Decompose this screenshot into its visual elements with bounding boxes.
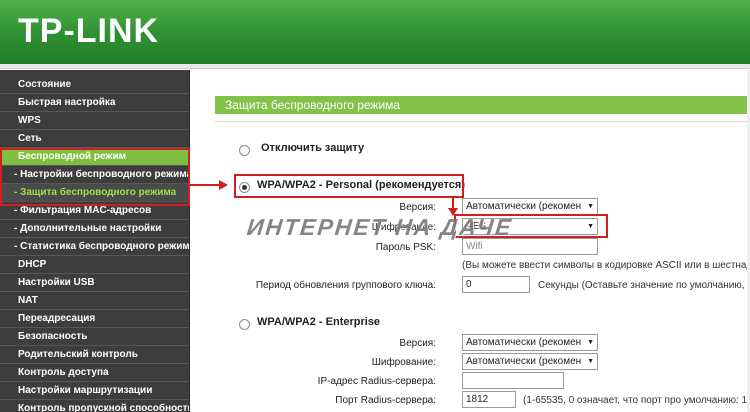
sidebar-item-wps[interactable]: WPS <box>0 112 189 130</box>
header-strip <box>0 64 750 69</box>
highlight-connector-line <box>190 184 220 186</box>
sidebar-item-routing[interactable]: Настройки маршрутизации <box>0 382 189 400</box>
main-content: Защита беспроводного режима Отключить за… <box>191 70 750 412</box>
personal-version-select[interactable]: Автоматически (рекомен ▼ <box>462 198 598 215</box>
chevron-down-icon: ▼ <box>587 203 594 210</box>
page-title: Защита беспроводного режима <box>215 96 750 114</box>
radius-port-note: (1-65535, 0 означает, что порт про умолч… <box>523 395 750 406</box>
psk-note: (Вы можете ввести символы в кодировке AS… <box>462 260 750 271</box>
disable-security-label: Отключить защиту <box>261 142 365 154</box>
sidebar-item-nat[interactable]: NAT <box>0 292 189 310</box>
sidebar-highlight-box <box>0 148 190 206</box>
wpa-enterprise-label: WPA/WPA2 - Enterprise <box>257 316 381 328</box>
radius-ip-label: IP-адрес Radius-сервера: <box>317 376 436 387</box>
sidebar-item-quick-setup[interactable]: Быстрая настройка <box>0 94 189 112</box>
header-bar: TP-LINK <box>0 0 750 64</box>
radius-port-label: Порт Radius-сервера: <box>335 395 436 406</box>
sidebar-item-bandwidth-control[interactable]: Контроль пропускной способности <box>0 400 189 412</box>
enterprise-version-value: Автоматически (рекомен <box>466 337 582 348</box>
sidebar-item-usb-settings[interactable]: Настройки USB <box>0 274 189 292</box>
sidebar-item-status[interactable]: Состояние <box>0 76 189 94</box>
title-divider <box>215 121 750 122</box>
radius-port-input[interactable]: 1812 <box>462 391 516 408</box>
enterprise-version-select[interactable]: Автоматически (рекомен ▼ <box>462 334 598 351</box>
group-key-input[interactable]: 0 <box>462 276 530 293</box>
sidebar-item-network[interactable]: Сеть <box>0 130 189 148</box>
sidebar-menu: Состояние Быстрая настройка WPS Сеть Бес… <box>0 70 190 412</box>
sidebar-item-security[interactable]: Безопасность <box>0 328 189 346</box>
sidebar-item-dhcp[interactable]: DHCP <box>0 256 189 274</box>
sidebar-item-access-control[interactable]: Контроль доступа <box>0 364 189 382</box>
enterprise-encryption-label: Шифрование: <box>371 357 436 368</box>
radius-ip-input[interactable] <box>462 372 564 389</box>
enterprise-encryption-select[interactable]: Автоматически (рекомен ▼ <box>462 353 598 370</box>
enterprise-version-label: Версия: <box>399 338 436 349</box>
group-key-label: Период обновления группового ключа: <box>255 280 436 291</box>
group-key-note: Секунды (Оставьте значение по умолчанию,… <box>538 280 750 291</box>
sidebar-item-forwarding[interactable]: Переадресация <box>0 310 189 328</box>
personal-version-value: Автоматически (рекомен <box>466 201 582 212</box>
sidebar-item-parental-control[interactable]: Родительский контроль <box>0 346 189 364</box>
enterprise-encryption-value: Автоматически (рекомен <box>466 356 582 367</box>
personal-option-highlight-box <box>234 174 464 198</box>
tp-link-logo: TP-LINK <box>18 12 160 50</box>
chevron-down-icon: ▼ <box>587 358 594 365</box>
psk-password-label: Пароль PSK: <box>375 242 436 253</box>
sidebar-item-advanced-settings[interactable]: - Дополнительные настройки <box>0 220 189 238</box>
chevron-down-icon: ▼ <box>587 339 594 346</box>
disable-security-radio[interactable] <box>239 145 250 156</box>
personal-version-label: Версия: <box>399 202 436 213</box>
watermark-text: ИНТЕРНЕТ НА ДАЧЕ <box>245 214 515 240</box>
sidebar-item-wireless-statistics[interactable]: - Статистика беспроводного режима <box>0 238 189 256</box>
highlight-arrow-right <box>219 180 228 190</box>
wpa-enterprise-radio[interactable] <box>239 319 250 330</box>
